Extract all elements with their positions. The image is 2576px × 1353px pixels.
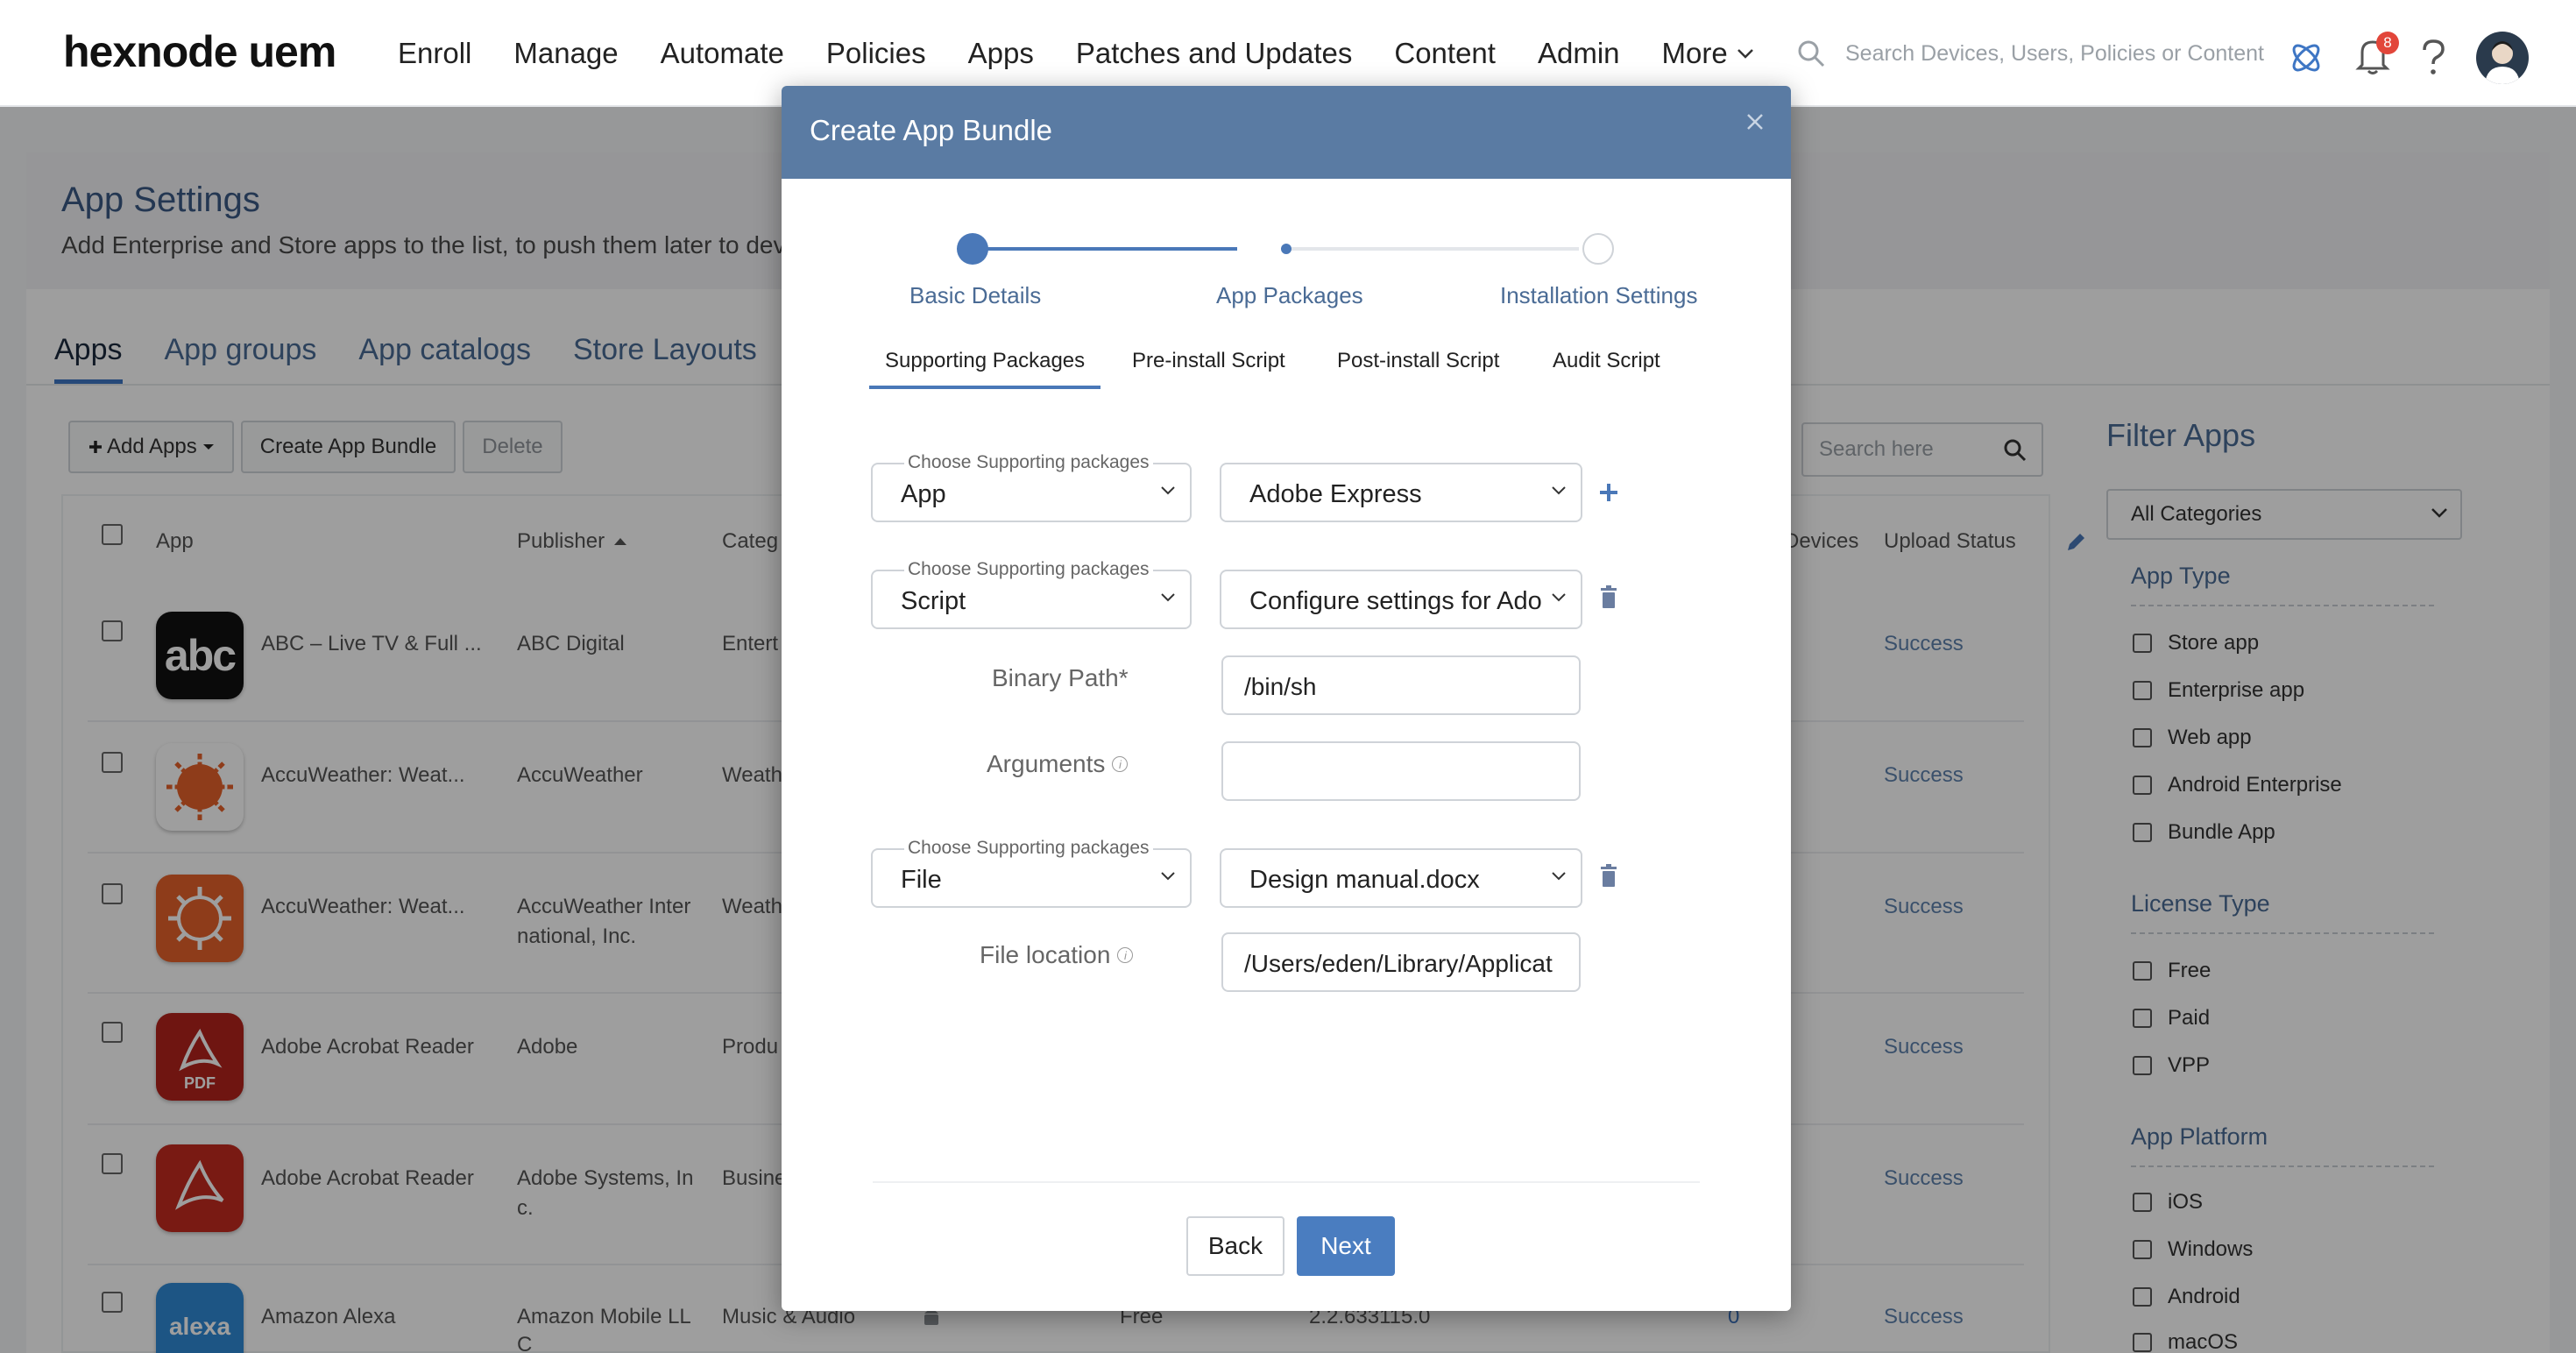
step-basic-details-dot[interactable] <box>957 233 988 265</box>
trash-icon[interactable] <box>1600 864 1617 887</box>
package-type-value: App <box>901 480 946 508</box>
nav-more[interactable]: More <box>1662 37 1754 70</box>
file-select[interactable]: Design manual.docx <box>1220 848 1582 908</box>
script-select-value: Configure settings for Ado <box>1249 587 1542 615</box>
file-location-label-text: File location <box>980 941 1111 968</box>
binary-path-label-text: Binary Path* <box>992 664 1129 691</box>
step-app-packages-label[interactable]: App Packages <box>1216 282 1363 309</box>
nav-apps[interactable]: Apps <box>968 37 1034 70</box>
subtab-pre-install-script[interactable]: Pre-install Script <box>1132 349 1285 373</box>
nav-policies[interactable]: Policies <box>826 37 926 70</box>
package-type-legend: Choose Supporting packages <box>904 838 1153 859</box>
chevron-down-icon <box>1552 486 1566 495</box>
modal-footer-divider <box>873 1181 1700 1183</box>
nav-automate[interactable]: Automate <box>661 37 784 70</box>
main-nav: Enroll Manage Automate Policies Apps Pat… <box>398 37 1796 70</box>
script-select[interactable]: Configure settings for Ado <box>1220 570 1582 629</box>
chevron-down-icon <box>1552 872 1566 881</box>
apps-network-icon[interactable] <box>2287 39 2325 77</box>
add-package-icon[interactable] <box>1598 482 1619 503</box>
chevron-down-icon <box>1161 872 1175 881</box>
binary-path-label: Binary Path* <box>992 664 1129 692</box>
nav-enroll[interactable]: Enroll <box>398 37 471 70</box>
modal-title: Create App Bundle <box>810 114 1053 146</box>
package-type-value: File <box>901 866 942 894</box>
package-type-select[interactable]: Choose Supporting packages File <box>871 838 1192 908</box>
nav-more-label: More <box>1661 37 1728 69</box>
arguments-input[interactable] <box>1221 741 1581 801</box>
close-icon[interactable] <box>1745 112 1765 131</box>
app-select[interactable]: Adobe Express <box>1220 463 1582 522</box>
modal-header: Create App Bundle <box>782 86 1791 179</box>
hexnode-logo[interactable]: hexnode uem <box>63 26 336 77</box>
chevron-down-icon <box>1161 486 1175 495</box>
package-type-select[interactable]: Choose Supporting packages App <box>871 452 1192 522</box>
stepper-progress <box>974 247 1237 251</box>
arguments-label: Arguments i <box>987 750 1129 778</box>
user-avatar[interactable] <box>2476 32 2529 84</box>
step-basic-details-label[interactable]: Basic Details <box>909 282 1041 309</box>
file-select-value: Design manual.docx <box>1249 866 1480 894</box>
step-app-packages-dot[interactable] <box>1281 244 1292 254</box>
back-button[interactable]: Back <box>1186 1216 1284 1276</box>
top-icons: 8 <box>2287 31 2529 84</box>
app-select-value: Adobe Express <box>1249 480 1422 508</box>
trash-icon[interactable] <box>1600 585 1617 608</box>
subtab-post-install-script[interactable]: Post-install Script <box>1337 349 1499 373</box>
file-location-input[interactable]: /Users/eden/Library/Applicat <box>1221 932 1581 992</box>
notifications[interactable]: 8 <box>2355 31 2399 80</box>
nav-patches-and-updates[interactable]: Patches and Updates <box>1076 37 1353 70</box>
subtab-supporting-packages[interactable]: Supporting Packages <box>869 349 1101 389</box>
info-icon[interactable]: i <box>1112 756 1129 772</box>
nav-admin[interactable]: Admin <box>1538 37 1620 70</box>
step-installation-settings-dot[interactable] <box>1582 233 1614 265</box>
package-type-legend: Choose Supporting packages <box>904 452 1153 473</box>
package-type-legend: Choose Supporting packages <box>904 559 1153 580</box>
package-type-select[interactable]: Choose Supporting packages Script <box>871 559 1192 629</box>
stepper-track <box>1290 247 1579 251</box>
binary-path-input[interactable]: /bin/sh <box>1221 655 1581 715</box>
file-location-value: /Users/eden/Library/Applicat <box>1244 950 1553 977</box>
notification-badge: 8 <box>2376 31 2399 54</box>
avatar-icon <box>2485 41 2520 84</box>
arguments-label-text: Arguments <box>987 750 1106 777</box>
nav-content[interactable]: Content <box>1394 37 1496 70</box>
info-icon[interactable]: i <box>1117 947 1134 963</box>
subtab-audit-script[interactable]: Audit Script <box>1553 349 1660 373</box>
global-search[interactable]: Search Devices, Users, Policies or Conte… <box>1796 39 2264 68</box>
binary-path-value: /bin/sh <box>1244 673 1317 700</box>
global-search-placeholder: Search Devices, Users, Policies or Conte… <box>1845 40 2264 66</box>
help-icon[interactable] <box>2420 39 2446 77</box>
step-installation-settings-label[interactable]: Installation Settings <box>1500 282 1697 309</box>
file-location-label: File location i <box>980 941 1134 969</box>
next-button[interactable]: Next <box>1297 1216 1395 1276</box>
chevron-down-icon <box>1552 593 1566 602</box>
chevron-down-icon <box>1161 593 1175 602</box>
create-app-bundle-modal: Create App Bundle Basic Details App Pack… <box>782 86 1791 1311</box>
package-type-value: Script <box>901 587 966 615</box>
search-icon <box>1798 40 1825 67</box>
chevron-down-icon <box>1737 49 1753 59</box>
nav-manage[interactable]: Manage <box>513 37 618 70</box>
